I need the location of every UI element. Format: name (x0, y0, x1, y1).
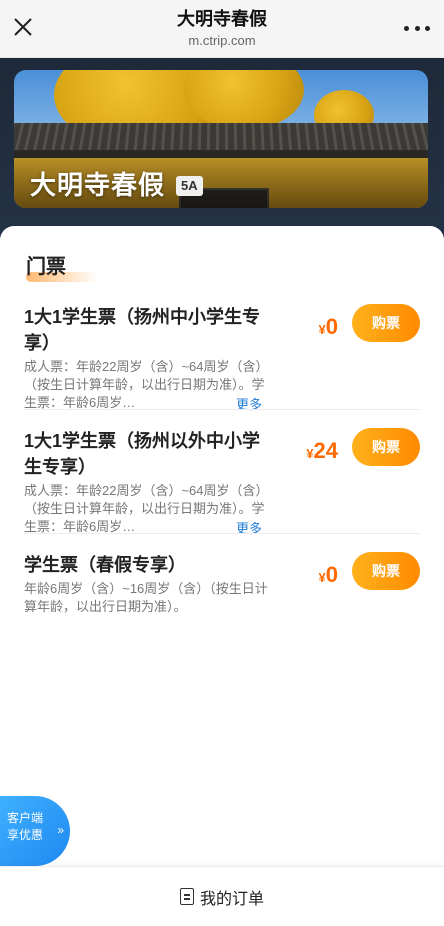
top-bar: 大明寺春假 m.ctrip.com (0, 0, 444, 58)
close-icon[interactable] (12, 16, 34, 38)
price-value: 24 (313, 438, 338, 463)
ticket-description: 成人票：年龄22周岁（含）~64周岁（含）（按生日计算年龄，以出行日期为准）。学… (24, 483, 269, 534)
order-icon (179, 888, 194, 905)
section-title: 门票 (26, 256, 66, 278)
price-value: 0 (325, 562, 338, 587)
ticket-description: 成人票：年龄22周岁（含）~64周岁（含）（按生日计算年龄，以出行日期为准）。学… (24, 359, 269, 410)
ticket-name: 1大1学生票（扬州中小学生专享） (24, 307, 261, 353)
price-value: 0 (325, 314, 338, 339)
app-promo-button[interactable]: 客户端 享优惠 » (0, 796, 70, 866)
currency-symbol: ¥ (318, 322, 326, 337)
currency-symbol: ¥ (306, 446, 314, 461)
page-domain: m.ctrip.com (188, 33, 256, 48)
hero-image[interactable]: 大明寺春假 5A (14, 70, 428, 208)
ticket-item[interactable]: 学生票（春假专享） ¥0 购票 年龄6周岁（含）~16周岁（含）（按生日计算年龄… (24, 552, 420, 632)
bottom-bar[interactable]: 我的订单 (0, 866, 444, 926)
ticket-name: 1大1学生票（扬州以外中小学生专享） (24, 431, 261, 477)
more-menu-icon[interactable] (404, 18, 430, 38)
more-dot (414, 25, 420, 31)
hero-section: 大明寺春假 5A (0, 58, 444, 248)
ticket-item[interactable]: 1大1学生票（扬州中小学生专享） ¥0 购票 成人票：年龄22周岁（含）~64周… (24, 304, 420, 414)
buy-button[interactable]: 购票 (352, 552, 420, 590)
buy-button[interactable]: 购票 (352, 304, 420, 342)
ticket-name: 学生票（春假专享） (24, 555, 186, 575)
ticket-price: ¥0 (319, 314, 338, 340)
ticket-item[interactable]: 1大1学生票（扬州以外中小学生专享） ¥24 购票 成人票：年龄22周岁（含）~… (24, 428, 420, 538)
attraction-name: 大明寺春假 (30, 170, 166, 200)
ticket-panel: 门票 1大1学生票（扬州中小学生专享） ¥0 购票 成人票：年龄22周岁（含）~… (0, 226, 444, 866)
more-link[interactable]: 更多 (236, 394, 262, 413)
ticket-price: ¥0 (319, 562, 338, 588)
divider (24, 533, 420, 534)
ticket-price: ¥24 (306, 438, 338, 464)
currency-symbol: ¥ (318, 570, 326, 585)
page-title: 大明寺春假 (177, 9, 267, 29)
rating-badge: 5A (176, 176, 203, 196)
page-titles: 大明寺春假 m.ctrip.com (177, 7, 267, 50)
more-dot (425, 25, 430, 31)
more-dot (404, 25, 409, 31)
my-orders-label: 我的订单 (199, 890, 264, 908)
ticket-description: 年龄6周岁（含）~16周岁（含）（按生日计算年龄，以出行日期为准）。 (24, 581, 268, 614)
chevron-right-icon: » (57, 823, 64, 837)
divider (24, 409, 420, 410)
buy-button[interactable]: 购票 (352, 428, 420, 466)
more-link[interactable]: 更多 (236, 518, 262, 537)
